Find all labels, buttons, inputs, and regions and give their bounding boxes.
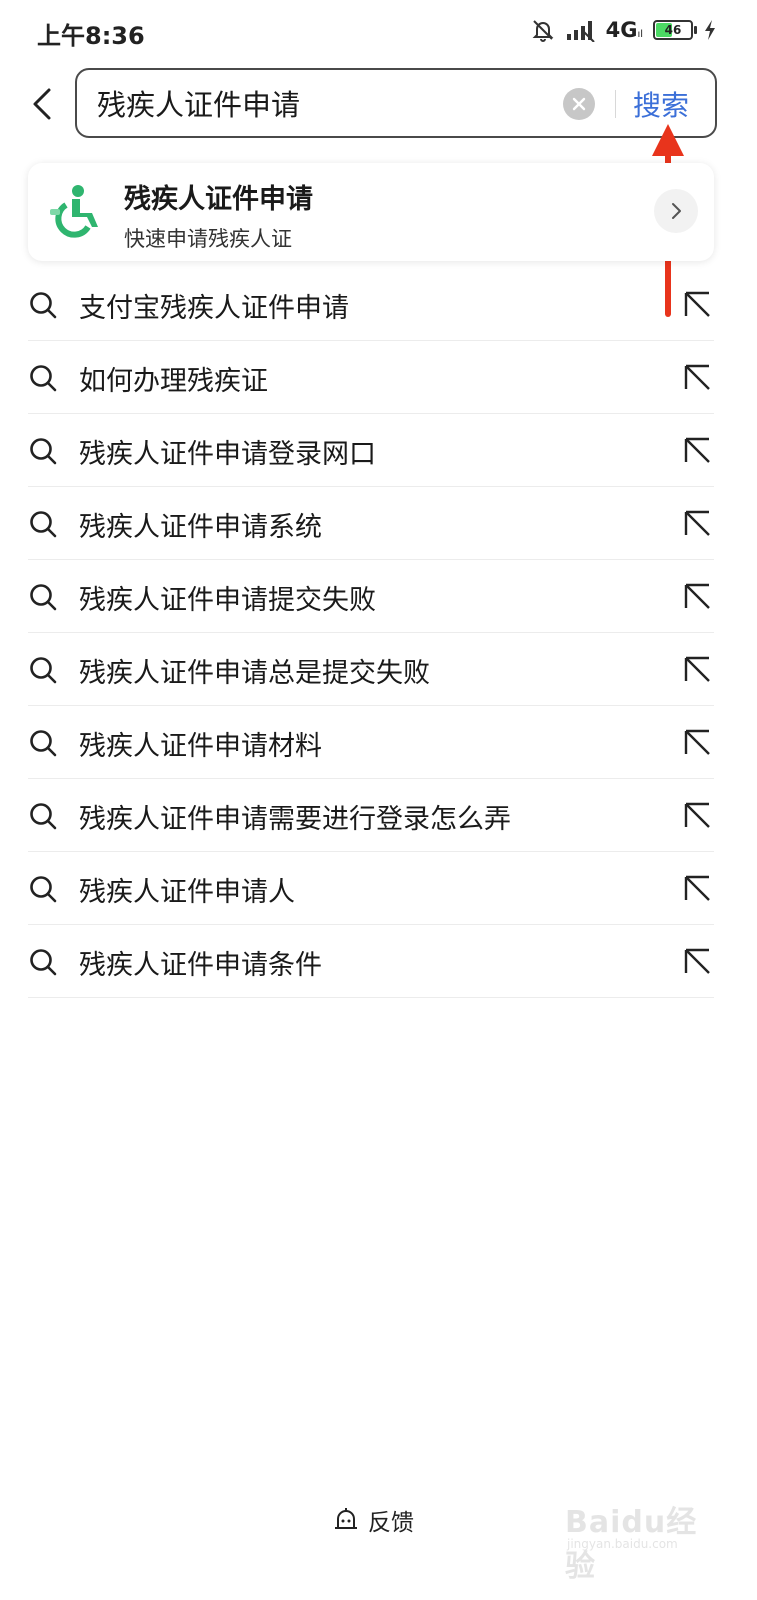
suggestion-item[interactable]: 残疾人证件申请总是提交失败 bbox=[28, 633, 714, 706]
suggestion-text: 残疾人证件申请系统 bbox=[79, 512, 322, 543]
arrow-up-left-icon[interactable] bbox=[682, 290, 712, 320]
search-icon bbox=[30, 438, 57, 465]
suggestion-item[interactable]: 支付宝残疾人证件申请 bbox=[28, 268, 714, 341]
suggestion-text: 残疾人证件申请需要进行登录怎么弄 bbox=[79, 804, 511, 835]
suggestion-text: 残疾人证件申请条件 bbox=[79, 950, 322, 981]
arrow-up-left-icon[interactable] bbox=[682, 582, 712, 612]
search-icon bbox=[30, 292, 57, 319]
arrow-up-left-icon[interactable] bbox=[682, 509, 712, 539]
signal-icon bbox=[566, 21, 595, 42]
back-button[interactable] bbox=[22, 82, 62, 126]
suggestion-text: 残疾人证件申请登录网口 bbox=[79, 439, 376, 470]
arrow-up-left-icon[interactable] bbox=[682, 874, 712, 904]
search-icon bbox=[30, 584, 57, 611]
chevron-left-icon bbox=[33, 88, 51, 120]
arrow-up-left-icon[interactable] bbox=[682, 728, 712, 758]
search-icon bbox=[30, 657, 57, 684]
feedback-bell-icon bbox=[335, 1508, 357, 1529]
clear-circle-icon bbox=[572, 97, 586, 111]
suggestion-list: 支付宝残疾人证件申请 如何办理残疾证 残疾人证件申请登录网口 残疾人证件申请系统 残疾人… bbox=[28, 268, 714, 998]
suggestion-item[interactable]: 残疾人证件申请需要进行登录怎么弄 bbox=[28, 779, 714, 852]
suggestion-item[interactable]: 残疾人证件申请材料 bbox=[28, 706, 714, 779]
suggestion-text: 残疾人证件申请提交失败 bbox=[79, 585, 376, 616]
feedback-button[interactable]: 反馈 bbox=[332, 1502, 414, 1538]
suggestion-item[interactable]: 残疾人证件申请系统 bbox=[28, 487, 714, 560]
wheelchair-icon bbox=[46, 181, 106, 241]
chevron-right-icon bbox=[672, 203, 681, 219]
search-icon bbox=[30, 730, 57, 757]
service-card[interactable]: 残疾人证件申请 快速申请残疾人证 bbox=[28, 163, 714, 261]
bell-off-icon bbox=[532, 20, 553, 42]
search-button[interactable]: 搜索 bbox=[633, 84, 689, 124]
watermark: Baidu经验 jingyan.baidu.com bbox=[565, 1493, 725, 1584]
search-icon bbox=[30, 511, 57, 538]
search-icon bbox=[30, 803, 57, 830]
arrow-up-left-icon[interactable] bbox=[682, 801, 712, 831]
battery-level: 46 bbox=[664, 23, 682, 37]
arrow-up-left-icon[interactable] bbox=[682, 655, 712, 685]
feedback-label: 反馈 bbox=[368, 1510, 414, 1536]
suggestion-text: 残疾人证件申请材料 bbox=[79, 731, 322, 762]
service-title: 残疾人证件申请 bbox=[124, 184, 313, 215]
network-label: 4Gıl bbox=[605, 18, 643, 42]
search-input[interactable] bbox=[97, 80, 557, 126]
arrow-up-left-icon[interactable] bbox=[682, 436, 712, 466]
suggestion-item[interactable]: 残疾人证件申请登录网口 bbox=[28, 414, 714, 487]
arrow-up-left-icon[interactable] bbox=[682, 363, 712, 393]
status-time: 上午8:36 bbox=[37, 22, 145, 50]
status-icons: 4Gıl 46 bbox=[530, 16, 717, 44]
suggestion-item[interactable]: 残疾人证件申请提交失败 bbox=[28, 560, 714, 633]
service-subtitle: 快速申请残疾人证 bbox=[124, 227, 292, 251]
status-bar: 上午8:36 4Gıl 46 bbox=[0, 0, 757, 60]
search-icon bbox=[30, 876, 57, 903]
suggestion-item[interactable]: 残疾人证件申请人 bbox=[28, 852, 714, 925]
search-divider bbox=[615, 90, 616, 118]
battery-icon: 46 bbox=[653, 20, 697, 40]
suggestion-item[interactable]: 残疾人证件申请条件 bbox=[28, 925, 714, 998]
suggestion-text: 残疾人证件申请人 bbox=[79, 877, 295, 908]
search-icon bbox=[30, 365, 57, 392]
suggestion-text: 如何办理残疾证 bbox=[79, 366, 268, 397]
watermark-sub: jingyan.baidu.com bbox=[567, 1537, 678, 1551]
search-icon bbox=[30, 949, 57, 976]
charging-icon bbox=[705, 20, 715, 40]
clear-button[interactable] bbox=[563, 88, 595, 120]
suggestion-item[interactable]: 如何办理残疾证 bbox=[28, 341, 714, 414]
suggestion-text: 残疾人证件申请总是提交失败 bbox=[79, 658, 430, 689]
search-box: 搜索 bbox=[75, 68, 717, 138]
service-arrow-button[interactable] bbox=[654, 189, 698, 233]
arrow-up-left-icon[interactable] bbox=[682, 947, 712, 977]
suggestion-text: 支付宝残疾人证件申请 bbox=[79, 293, 349, 324]
